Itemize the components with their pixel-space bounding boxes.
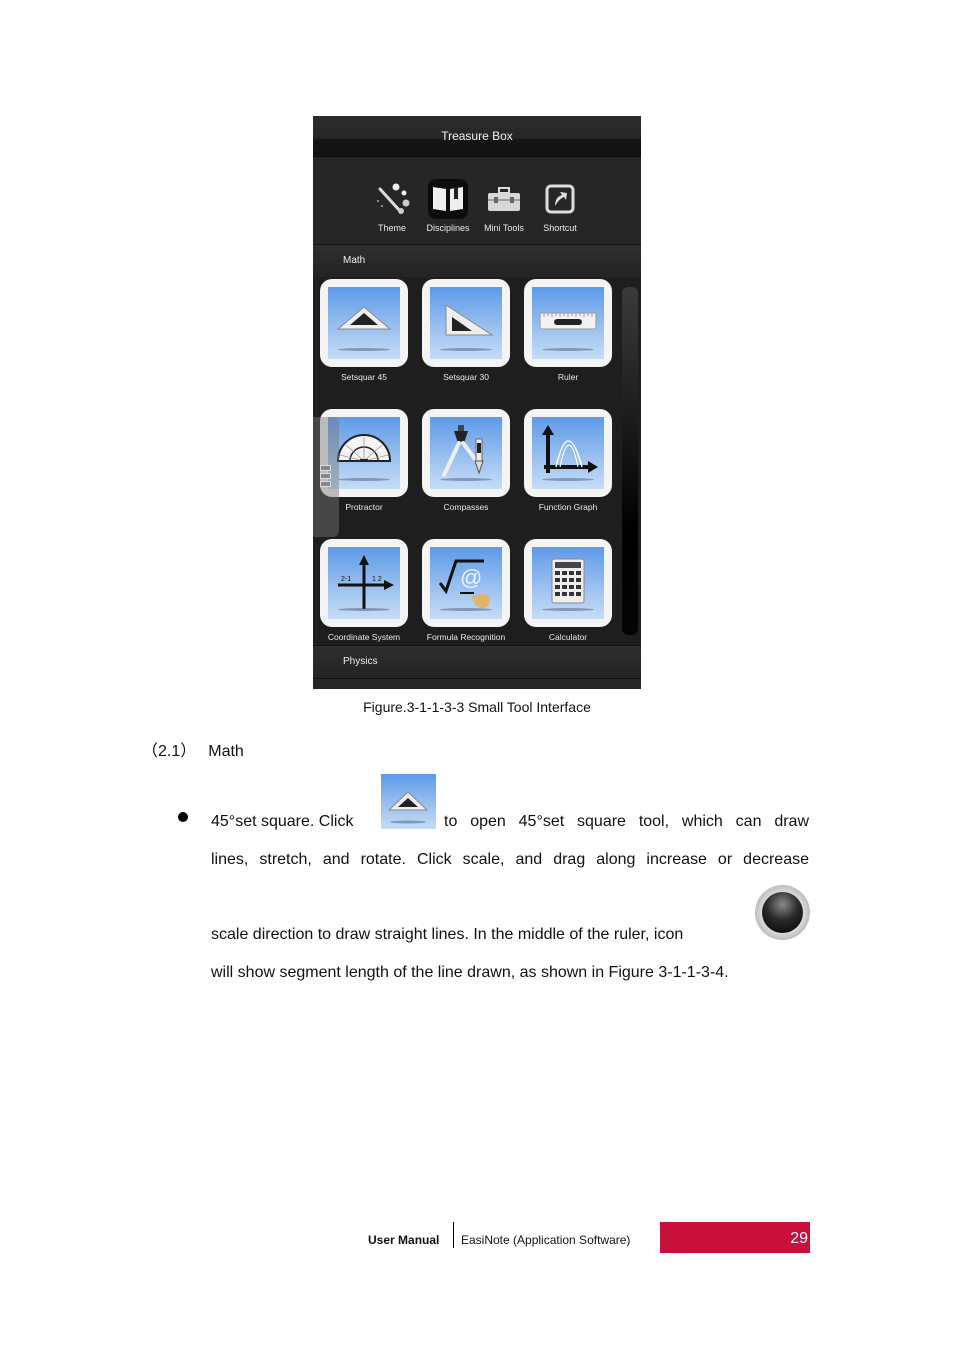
tab-mini-tools[interactable]: Mini Tools (476, 179, 532, 233)
footer-divider (453, 1222, 454, 1248)
handle-grip-icon (320, 465, 331, 471)
tool-formula-recognition[interactable]: @ Formula Recognition (422, 539, 510, 642)
svg-text:1 2: 1 2 (372, 576, 382, 583)
compasses-icon (430, 417, 502, 489)
tab-disciplines[interactable]: Disciplines (420, 179, 476, 233)
treasure-box-panel: Treasure Box Theme Disciplines Mini Tool… (313, 116, 641, 689)
ruler-icon (532, 287, 604, 359)
setsquare-30-icon (430, 287, 502, 359)
tab-theme[interactable]: Theme (364, 179, 420, 233)
page-number: 29 (790, 1230, 808, 1247)
paragraph-line-2: lines, stretch, and rotate. Click scale,… (211, 851, 809, 868)
svg-text:2-1: 2-1 (341, 576, 351, 583)
svg-text:@: @ (460, 565, 482, 590)
toolbox-icon (484, 179, 524, 219)
tab-label: Theme (377, 223, 406, 233)
handle-grip-icon (320, 473, 331, 479)
tab-label: Mini Tools (484, 223, 524, 233)
tool-setsquare-30[interactable]: Setsquar 30 (422, 279, 510, 382)
coordinate-system-icon: 2-1 1 2 (328, 547, 400, 619)
setsquare-45-icon (328, 287, 400, 359)
paragraph-line-4: will show segment length of the line dra… (211, 964, 729, 981)
footer-page-bar: 29 (660, 1222, 810, 1253)
shortcut-arrow-icon (540, 179, 580, 219)
tool-ruler[interactable]: Ruler (524, 279, 612, 382)
book-icon (428, 179, 468, 219)
tab-bar: Theme Disciplines Mini Tools Shortcut (313, 156, 641, 245)
tool-function-graph[interactable]: Function Graph (524, 409, 612, 512)
side-drawer-handle[interactable] (313, 417, 339, 537)
function-graph-icon (532, 417, 604, 489)
setsquare-45-inline-icon (381, 774, 436, 829)
paragraph-line-1: 45°set square. Click to open 45°set squa… (211, 774, 809, 830)
footer-product-label: EasiNote (Application Software) (461, 1233, 631, 1247)
calculator-icon (532, 547, 604, 619)
bullet-icon (178, 812, 188, 822)
segment-length-ball-icon (755, 885, 810, 940)
tab-shortcut[interactable]: Shortcut (532, 179, 588, 233)
tool-compasses[interactable]: Compasses (422, 409, 510, 512)
section-heading: （2.1） Math (142, 743, 244, 760)
paragraph-line-3: scale direction to draw straight lines. … (211, 926, 684, 943)
panel-title: Treasure Box (313, 116, 641, 156)
scrollbar[interactable] (622, 287, 638, 635)
tool-grid: Setsquar 45 Setsquar 30 Ruler Protractor (313, 277, 641, 645)
section-header-physics[interactable]: Physics (313, 645, 641, 679)
figure-caption: Figure.3-1-1-3-3 Small Tool Interface (363, 699, 591, 715)
tool-calculator[interactable]: Calculator (524, 539, 612, 642)
tool-setsquare-45[interactable]: Setsquar 45 (320, 279, 408, 382)
formula-recognition-icon: @ (430, 547, 502, 619)
section-header-math[interactable]: Math (313, 244, 641, 278)
handle-grip-icon (320, 481, 331, 487)
tab-label: Disciplines (426, 223, 470, 233)
footer-manual-label: User Manual (368, 1233, 440, 1247)
tab-label: Shortcut (543, 223, 577, 233)
theme-wand-icon (372, 179, 412, 219)
tool-coordinate-system[interactable]: 2-1 1 2 Coordinate System (320, 539, 408, 642)
